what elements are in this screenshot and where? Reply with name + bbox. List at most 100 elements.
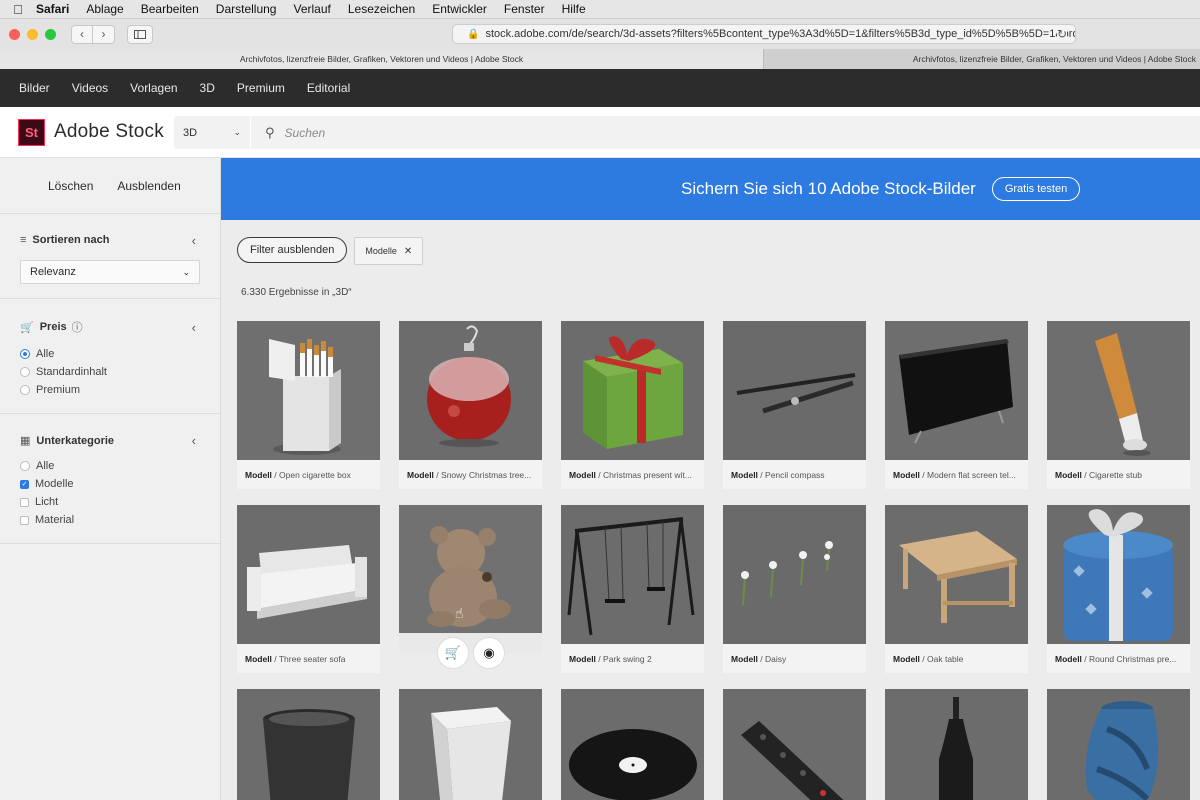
asset-thumbnail[interactable]	[237, 505, 380, 644]
nav-editorial[interactable]: Editorial	[307, 81, 350, 95]
asset-thumbnail[interactable]	[399, 321, 542, 460]
apple-icon[interactable]: 	[0, 2, 36, 17]
checkbox[interactable]	[20, 497, 29, 507]
asset-thumbnail[interactable]	[561, 689, 704, 800]
asset-thumbnail[interactable]	[723, 505, 866, 644]
sidebar-toggle-button[interactable]	[127, 24, 153, 44]
tab-inactive[interactable]: Archivfotos, lizenzfreie Bilder, Grafike…	[763, 49, 1200, 69]
asset-card[interactable]: Modell / Open cigarette box	[237, 321, 380, 489]
reload-icon[interactable]: ↻	[1056, 27, 1067, 41]
asset-card[interactable]	[723, 689, 866, 800]
minimize-window-button[interactable]	[27, 28, 38, 40]
filter-sidebar: Löschen Ausblenden ≡ Sortieren nach ‹ Re…	[0, 158, 221, 800]
menu-verlauf[interactable]: Verlauf	[293, 2, 330, 16]
chevron-left-icon[interactable]: ‹	[192, 433, 196, 448]
zoom-window-button[interactable]	[45, 28, 56, 40]
brand-name[interactable]: Adobe Stock	[54, 121, 164, 143]
menu-fenster[interactable]: Fenster	[504, 2, 545, 16]
nav-vorlagen[interactable]: Vorlagen	[130, 81, 177, 95]
hide-filters-button[interactable]: Ausblenden	[117, 179, 180, 193]
asset-type-label: Modell	[569, 469, 596, 480]
checkbox[interactable]	[20, 515, 29, 525]
tab-active[interactable]: Archivfotos, lizenzfreie Bilder, Grafike…	[0, 49, 763, 69]
asset-card-hovered[interactable]: 🛒 ◉ ☝	[399, 505, 542, 669]
asset-type-select[interactable]: 3D ⌄	[174, 116, 250, 149]
close-window-button[interactable]	[9, 28, 20, 40]
adobe-stock-logo[interactable]: St	[18, 118, 45, 146]
add-to-cart-button[interactable]: 🛒	[437, 637, 469, 669]
radio-button[interactable]	[20, 349, 30, 359]
asset-thumbnail[interactable]	[723, 321, 866, 460]
asset-thumbnail[interactable]	[1047, 689, 1190, 800]
price-option-alle[interactable]: Alle	[20, 345, 200, 363]
asset-card[interactable]: Modell / Round Christmas pre...	[1047, 505, 1190, 673]
filter-chip-modelle[interactable]: Modelle ✕	[354, 237, 424, 265]
subcategory-option-alle[interactable]: Alle	[20, 457, 200, 475]
asset-title: / Snowy Christmas tree...	[436, 469, 532, 480]
asset-thumbnail[interactable]	[1047, 505, 1190, 644]
asset-card[interactable]: Modell / Daisy	[723, 505, 866, 673]
asset-card[interactable]: Modell / Three seater sofa	[237, 505, 380, 673]
asset-thumbnail[interactable]	[885, 321, 1028, 460]
asset-thumbnail[interactable]	[237, 321, 380, 460]
menu-bearbeiten[interactable]: Bearbeiten	[141, 2, 199, 16]
asset-card[interactable]	[399, 689, 542, 800]
asset-thumbnail[interactable]	[399, 689, 542, 800]
asset-thumbnail[interactable]	[885, 505, 1028, 644]
chevron-left-icon[interactable]: ‹	[192, 233, 196, 248]
clear-filters-button[interactable]: Löschen	[48, 179, 93, 193]
radio-button[interactable]	[20, 367, 30, 377]
menu-ablage[interactable]: Ablage	[86, 2, 123, 16]
asset-card[interactable]	[885, 689, 1028, 800]
nav-bilder[interactable]: Bilder	[19, 81, 50, 95]
free-trial-button[interactable]: Gratis testen	[991, 177, 1081, 201]
subcategory-section: ▦ Unterkategorie ‹ Alle ✓ Modelle Licht M…	[0, 414, 220, 544]
info-icon[interactable]: ⓘ	[72, 319, 83, 335]
close-icon[interactable]: ✕	[404, 246, 412, 257]
menu-safari[interactable]: Safari	[36, 2, 69, 16]
menu-lesezeichen[interactable]: Lesezeichen	[348, 2, 415, 16]
subcategory-option-licht[interactable]: Licht	[20, 493, 200, 511]
radio-button[interactable]	[20, 385, 30, 395]
forward-button[interactable]: ›	[93, 24, 115, 44]
nav-3d[interactable]: 3D	[200, 81, 215, 95]
asset-card[interactable]: Modell / Oak table	[885, 505, 1028, 673]
asset-card[interactable]	[1047, 689, 1190, 800]
asset-card[interactable]	[237, 689, 380, 800]
asset-thumbnail[interactable]	[561, 321, 704, 460]
asset-card[interactable]: Modell / Snowy Christmas tree...	[399, 321, 542, 489]
price-option-premium[interactable]: Premium	[20, 381, 200, 399]
asset-thumbnail[interactable]	[561, 505, 704, 644]
menu-hilfe[interactable]: Hilfe	[562, 2, 586, 16]
asset-thumbnail[interactable]	[885, 689, 1028, 800]
asset-card[interactable]: Modell / Cigarette stub	[1047, 321, 1190, 489]
chevron-left-icon[interactable]: ‹	[192, 320, 196, 335]
bottle-image	[885, 689, 1028, 800]
asset-thumbnail[interactable]	[723, 689, 866, 800]
nav-premium[interactable]: Premium	[237, 81, 285, 95]
subcategory-option-material[interactable]: Material	[20, 511, 200, 529]
search-input[interactable]: ⚲ Suchen	[251, 116, 1200, 149]
price-option-standard[interactable]: Standardinhalt	[20, 363, 200, 381]
address-bar[interactable]: 🔒 stock.adobe.com/de/search/3d-assets?fi…	[452, 24, 1076, 44]
menu-darstellung[interactable]: Darstellung	[216, 2, 277, 16]
radio-button[interactable]	[20, 461, 30, 471]
nav-videos[interactable]: Videos	[72, 81, 108, 95]
asset-thumbnail[interactable]	[1047, 321, 1190, 460]
menu-entwickler[interactable]: Entwickler	[432, 2, 487, 16]
hide-filter-button[interactable]: Filter ausblenden	[237, 237, 348, 263]
asset-title: / Pencil compass	[760, 469, 825, 480]
asset-thumbnail[interactable]	[237, 689, 380, 800]
asset-card[interactable]	[561, 689, 704, 800]
asset-thumbnail[interactable]	[399, 505, 542, 653]
preview-button[interactable]: ◉	[473, 637, 505, 669]
asset-card[interactable]: Modell / Modern flat screen tel...	[885, 321, 1028, 489]
back-button[interactable]: ‹	[71, 24, 93, 44]
subcategory-option-modelle[interactable]: ✓ Modelle	[20, 475, 200, 493]
asset-card[interactable]: Modell / Park swing 2	[561, 505, 704, 673]
sort-select[interactable]: Relevanz ⌄	[20, 260, 200, 284]
promo-banner: Sichern Sie sich 10 Adobe Stock-Bilder G…	[221, 158, 1200, 220]
asset-card[interactable]: Modell / Pencil compass	[723, 321, 866, 489]
asset-card[interactable]: Modell / Christmas present wit...	[561, 321, 704, 489]
checkbox[interactable]: ✓	[20, 479, 29, 489]
